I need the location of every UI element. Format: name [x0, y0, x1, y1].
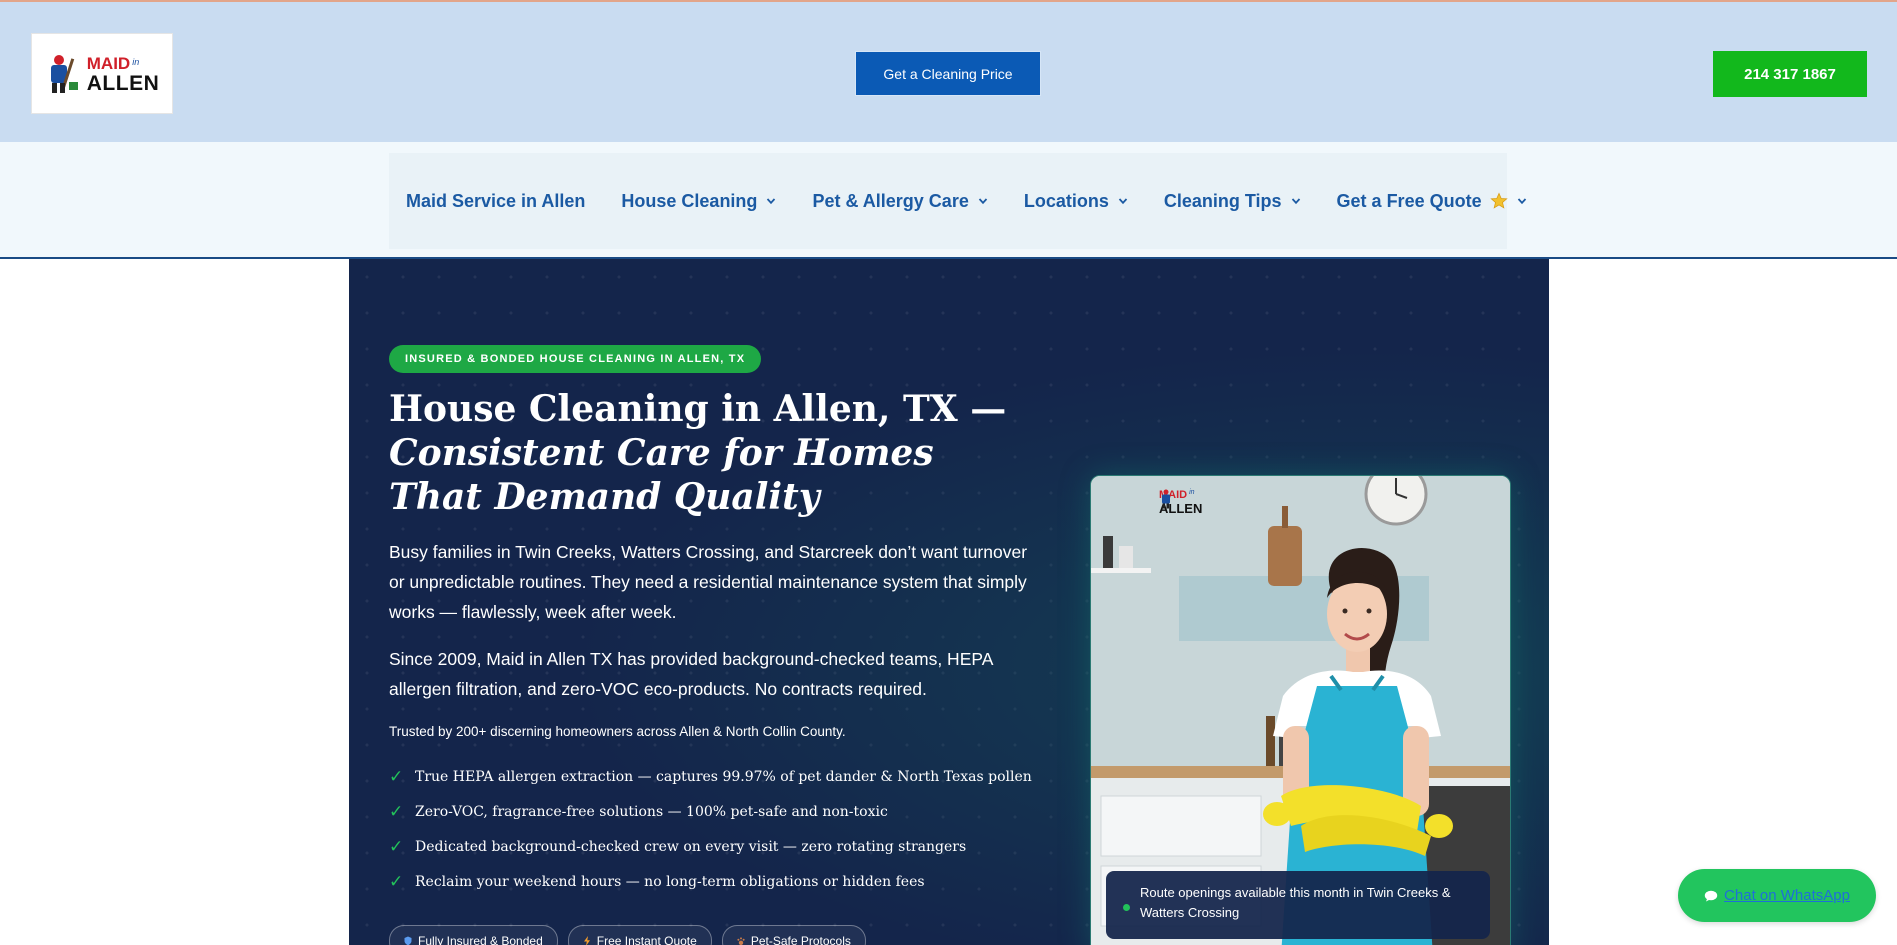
check-icon: ✓	[389, 836, 404, 857]
list-item: ✓ Zero-VOC, fragrance-free solutions — 10…	[389, 794, 1032, 829]
site-logo[interactable]: MAID in ALLEN	[31, 33, 173, 114]
whatsapp-chat-button[interactable]: Chat on WhatsApp	[1678, 869, 1876, 922]
benefit-text: Dedicated background-checked crew on eve…	[415, 838, 967, 855]
lightning-icon	[583, 936, 590, 945]
badge-insured: Fully Insured & Bonded	[389, 925, 558, 945]
chat-bubble-icon	[1704, 890, 1718, 901]
benefit-text: True HEPA allergen extraction — captures…	[415, 768, 1032, 785]
route-availability-note: Route openings available this month in T…	[1106, 871, 1490, 939]
get-cleaning-price-button[interactable]: Get a Cleaning Price	[855, 51, 1041, 96]
star-icon	[1489, 192, 1508, 209]
list-item: ✓ Dedicated background-checked crew on ev…	[389, 829, 1032, 864]
phone-call-button[interactable]: 214 317 1867	[1713, 51, 1867, 97]
hero-since-paragraph: Since 2009, Maid in Allen TX has provide…	[389, 649, 993, 699]
hero-title-line2: Consistent Care for Homes That Demand Qu…	[389, 432, 934, 518]
nav-item-label: Get a Free Quote	[1336, 190, 1482, 211]
chevron-down-icon	[1118, 198, 1128, 205]
hero-intro-paragraph: Busy families in Twin Creeks, Watters Cr…	[389, 542, 1028, 622]
check-icon: ✓	[389, 801, 404, 822]
nav-menu: Maid Service in Allen House Cleaning Pet…	[389, 153, 1526, 249]
photo-logo-in: in	[1189, 489, 1195, 496]
nav-item-free-quote[interactable]: Get a Free Quote	[1337, 191, 1527, 212]
site-header: MAID in ALLEN Get a Cleaning Price 214 31…	[0, 0, 1897, 142]
nav-item-cleaning-tips[interactable]: Cleaning Tips	[1164, 191, 1301, 212]
chevron-down-icon	[978, 198, 988, 205]
logo-wordmark: MAID in ALLEN	[86, 53, 160, 95]
check-icon: ✓	[389, 871, 404, 892]
paw-icon	[737, 937, 745, 945]
nav-item-maid-service[interactable]: Maid Service in Allen	[406, 191, 585, 212]
check-icon: ✓	[389, 766, 404, 787]
shield-icon	[404, 936, 412, 945]
logo-allen-text: ALLEN	[86, 71, 160, 95]
nav-item-pet-allergy[interactable]: Pet & Allergy Care	[812, 190, 988, 212]
status-dot-icon	[1123, 904, 1130, 911]
benefit-text: Zero-VOC, fragrance-free solutions — 100…	[415, 803, 888, 820]
logo-maid-text: MAID	[86, 53, 131, 73]
badge-label: Free Instant Quote	[596, 934, 697, 945]
hero-section: INSURED & BONDED HOUSE CLEANING IN ALLEN…	[349, 259, 1549, 945]
logo-in-text: in	[132, 56, 140, 67]
nav-item-label: Cleaning Tips	[1163, 190, 1282, 211]
badge-instant-quote: Free Instant Quote	[567, 925, 712, 945]
badge-label: Pet-Safe Protocols	[750, 934, 851, 945]
nav-item-label: Pet & Allergy Care	[812, 190, 969, 211]
insured-bonded-pill: INSURED & BONDED HOUSE CLEANING IN ALLEN…	[389, 345, 762, 373]
nav-item-label: House Cleaning	[621, 190, 758, 211]
route-note-text: Route openings available this month in T…	[1140, 885, 1451, 920]
nav-item-label: Maid Service in Allen	[406, 190, 586, 211]
main-navigation: Maid Service in Allen House Cleaning Pet…	[0, 142, 1897, 259]
benefit-text: Reclaim your weekend hours — no long-ter…	[415, 873, 925, 890]
trust-statement: Trusted by 200+ discerning homeowners ac…	[389, 724, 846, 739]
nav-item-locations[interactable]: Locations	[1024, 191, 1128, 212]
maid-mascot-icon	[50, 54, 78, 93]
list-item: ✓ Reclaim your weekend hours — no long-te…	[389, 864, 1032, 899]
benefit-list: ✓ True HEPA allergen extraction — capture…	[389, 759, 1032, 899]
hero-title: House Cleaning in Allen, TX — Consistent…	[389, 387, 1029, 519]
photo-logo: MAID in ALLEN	[1159, 488, 1202, 515]
trust-badges: Fully Insured & Bonded Free Instant Quot…	[389, 925, 866, 945]
chevron-down-icon	[767, 198, 776, 205]
chevron-down-icon	[1291, 198, 1300, 205]
whatsapp-label: Chat on WhatsApp	[1724, 887, 1850, 904]
hero-title-line1: House Cleaning in Allen, TX —	[389, 388, 1007, 430]
badge-label: Fully Insured & Bonded	[418, 934, 543, 945]
badge-pet-safe: Pet-Safe Protocols	[721, 925, 866, 945]
maid-mascot-icon	[1162, 489, 1170, 509]
nav-item-house-cleaning[interactable]: House Cleaning	[621, 191, 776, 212]
nav-item-label: Locations	[1023, 190, 1109, 211]
chevron-down-icon	[1517, 198, 1526, 205]
list-item: ✓ True HEPA allergen extraction — capture…	[389, 759, 1032, 794]
